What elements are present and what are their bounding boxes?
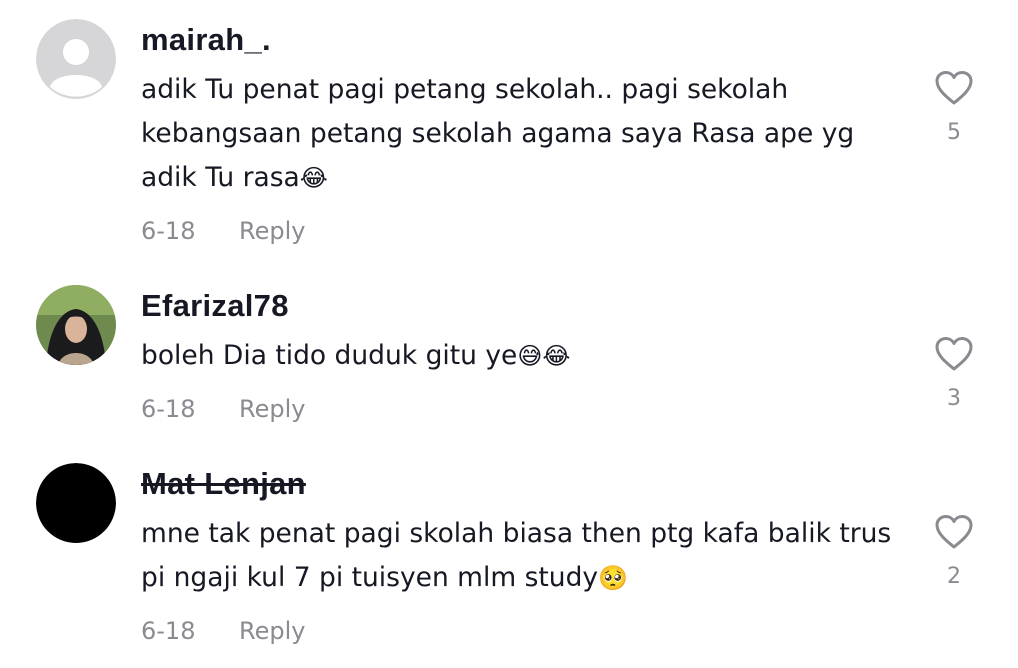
comment-text-content: mne tak penat pagi skolah biasa then ptg…: [141, 518, 892, 593]
default-avatar-icon[interactable]: [36, 19, 116, 99]
comment-text: mne tak penat pagi skolah biasa then ptg…: [141, 512, 911, 600]
comment-username[interactable]: mairah_.: [141, 22, 271, 58]
comment-text: adik Tu penat pagi petang sekolah.. pagi…: [141, 68, 911, 200]
reply-button[interactable]: Reply: [239, 217, 305, 245]
user-avatar-photo[interactable]: [36, 285, 116, 365]
comment-meta: 6-18 Reply: [141, 395, 305, 423]
comment-text-content: adik Tu penat pagi petang sekolah.. pagi…: [141, 74, 855, 193]
comment-meta: 6-18 Reply: [141, 617, 305, 645]
comment-date: 6-18: [141, 395, 196, 423]
reply-button[interactable]: Reply: [239, 395, 305, 423]
comment-meta: 6-18 Reply: [141, 217, 305, 245]
comment-date: 6-18: [141, 617, 196, 645]
heart-icon[interactable]: [934, 336, 974, 372]
heart-icon[interactable]: [934, 514, 974, 550]
comment-emoji: 😂: [299, 164, 328, 192]
reply-button[interactable]: Reply: [239, 617, 305, 645]
black-avatar[interactable]: [36, 463, 116, 543]
comment-username[interactable]: Efarizal78: [141, 288, 289, 324]
comment-emoji: 🥺: [598, 564, 628, 592]
comment-username[interactable]: Mat Lenjan: [141, 466, 306, 502]
comment-date: 6-18: [141, 217, 196, 245]
like-count: 5: [947, 120, 961, 145]
like-count: 2: [947, 564, 961, 589]
like-count: 3: [947, 386, 961, 411]
comment-text: boleh Dia tido duduk gitu ye😅😂: [141, 334, 911, 378]
comment-emoji: 😅😂: [517, 342, 571, 370]
comment-text-content: boleh Dia tido duduk gitu ye: [141, 340, 518, 371]
heart-icon[interactable]: [934, 70, 974, 106]
